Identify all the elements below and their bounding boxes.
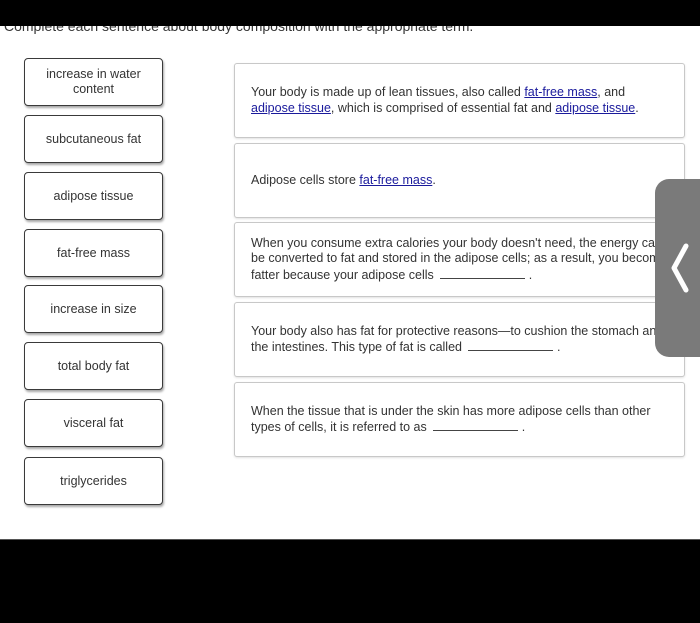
sentence-text: Your body also has fat for protective re… <box>251 324 668 356</box>
sentence-fragment: Your body is made up of lean tissues, al… <box>251 85 525 99</box>
sentence-card: When you consume extra calories your bod… <box>234 222 685 297</box>
bottom-black-bar <box>0 539 700 623</box>
term-tile[interactable]: subcutaneous fat <box>24 115 163 163</box>
sentence-fragment: . <box>521 420 526 434</box>
top-black-bar <box>0 0 700 26</box>
sentence-card: Your body is made up of lean tissues, al… <box>234 63 685 138</box>
sentence-fragment: Your body also has fat for protective re… <box>251 323 664 355</box>
sentence-fragment: . <box>432 172 436 187</box>
sentence-card: When the tissue that is under the skin h… <box>234 382 685 457</box>
term-tile[interactable]: increase in size <box>24 285 163 333</box>
filled-answer-link[interactable]: adipose tissue <box>251 101 331 115</box>
filled-answer-link[interactable]: fat-free mass <box>524 85 597 99</box>
answer-blank-drop-zone[interactable] <box>468 339 553 351</box>
term-tile[interactable]: increase in water content <box>24 58 163 106</box>
sentence-card: Adipose cells store fat-free mass. <box>234 143 685 218</box>
sentence-fragment: . <box>557 340 561 354</box>
term-tile[interactable]: adipose tissue <box>24 172 163 220</box>
term-tile[interactable]: triglycerides <box>24 457 163 505</box>
sentence-fragment: . <box>528 267 533 282</box>
term-tile[interactable]: total body fat <box>24 342 163 390</box>
answer-blank-drop-zone[interactable] <box>439 267 525 279</box>
sentence-fragment: . <box>635 100 639 115</box>
filled-answer-link[interactable]: fat-free mass <box>359 173 432 187</box>
chevron-left-icon <box>671 243 689 293</box>
sentence-text: When you consume extra calories your bod… <box>251 236 668 284</box>
term-tile[interactable]: visceral fat <box>24 399 163 447</box>
sentence-text: Your body is made up of lean tissues, al… <box>251 85 668 116</box>
sentence-fragment: Adipose cells store <box>251 172 360 187</box>
sentence-text: Adipose cells store fat-free mass. <box>251 173 668 189</box>
answer-blank-drop-zone[interactable] <box>432 419 518 431</box>
term-tile[interactable]: fat-free mass <box>24 229 163 277</box>
sentence-text: When the tissue that is under the skin h… <box>251 404 668 436</box>
instructions-text: Complete each sentence about body compos… <box>4 26 474 34</box>
question-area: Complete each sentence about body compos… <box>0 26 700 539</box>
sentence-fragment: , which is comprised of essential fat an… <box>330 100 556 115</box>
sentence-card: Your body also has fat for protective re… <box>234 302 685 377</box>
sentence-fragment: , and <box>597 85 626 99</box>
collapse-panel-button[interactable] <box>655 179 700 357</box>
filled-answer-link[interactable]: adipose tissue <box>555 101 635 115</box>
